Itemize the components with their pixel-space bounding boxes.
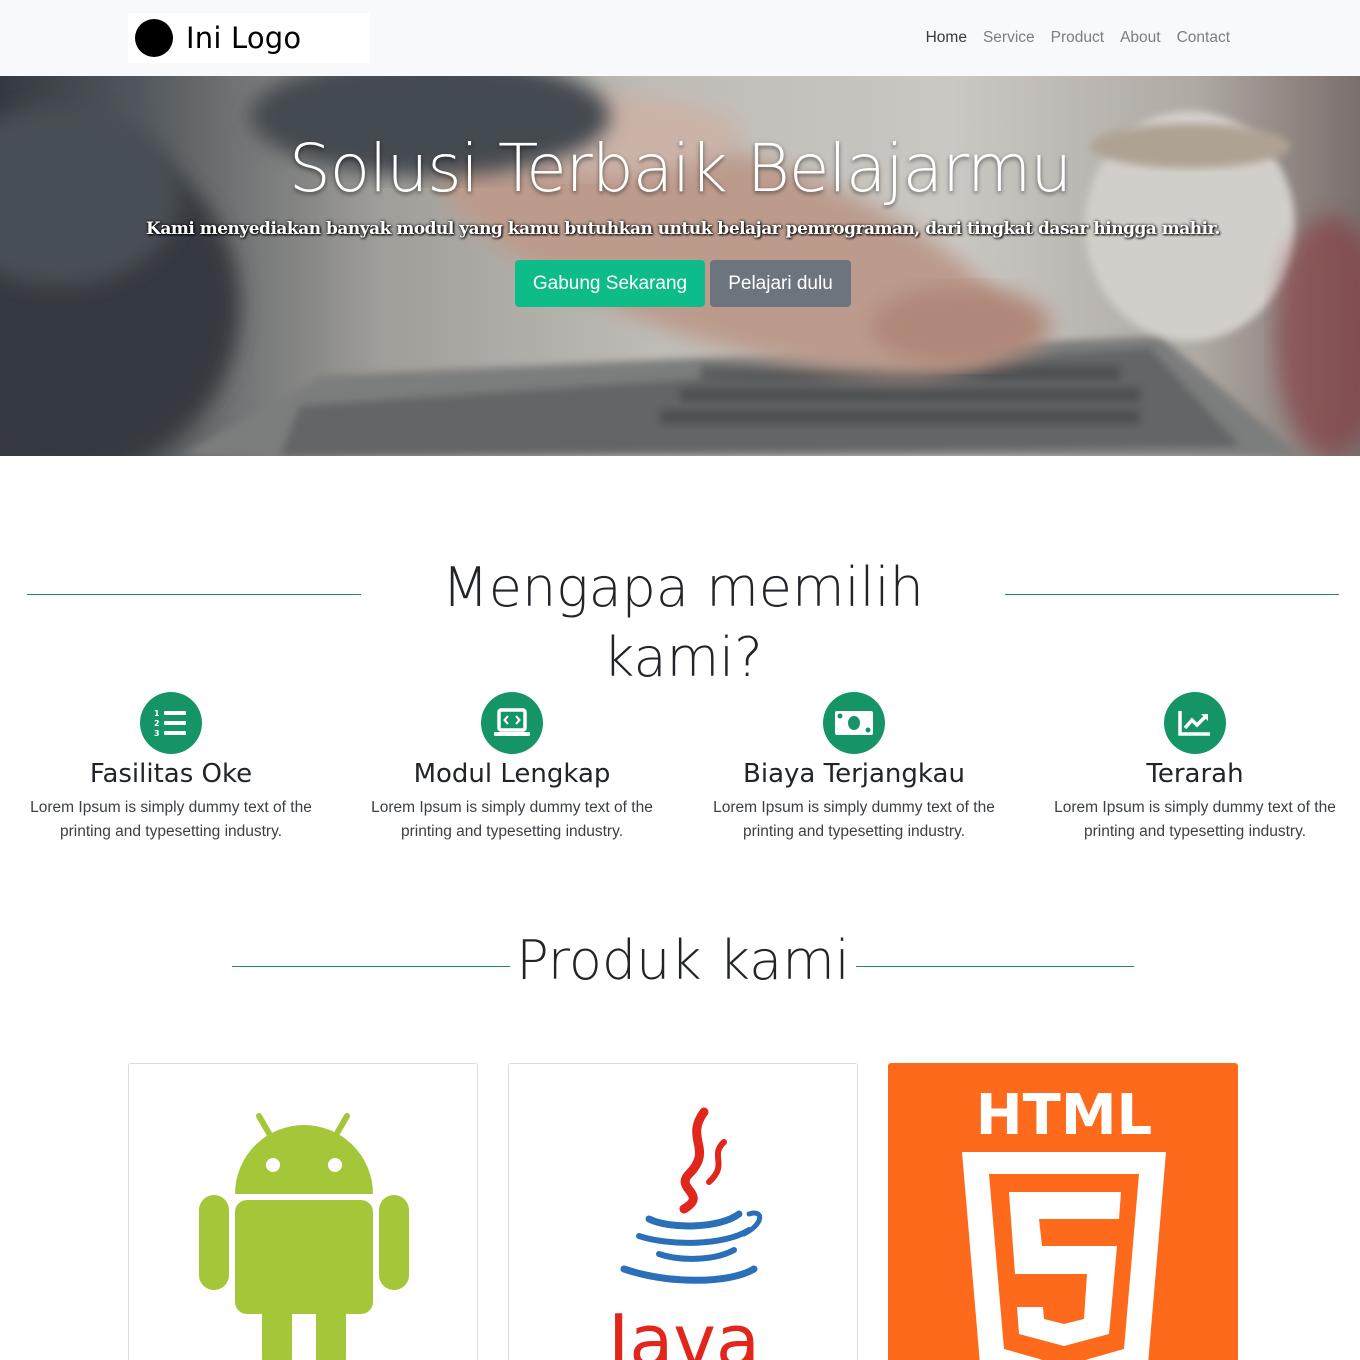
java-logo-label: Java	[604, 1299, 760, 1360]
products-title: Produk kami	[516, 929, 850, 992]
svg-text:2: 2	[154, 719, 160, 728]
money-bill-icon	[823, 692, 885, 754]
feature-description: Lorem Ipsum is simply dummy text of the …	[341, 796, 683, 844]
nav-menu: Home Service Product About Contact	[926, 29, 1230, 47]
nav-link-about[interactable]: About	[1120, 29, 1161, 47]
section-divider-right	[1005, 594, 1339, 595]
logo-circle-icon	[135, 19, 173, 57]
feature-description: Lorem Ipsum is simply dummy text of the …	[0, 796, 342, 844]
feature-description: Lorem Ipsum is simply dummy text of the …	[1024, 796, 1360, 844]
hero-title: Solusi Terbaik Belajarmu	[288, 130, 1072, 207]
html-logo-label: HTML	[976, 1083, 1152, 1148]
feature-card: Biaya Terjangkau Lorem Ipsum is simply d…	[683, 692, 1025, 844]
feature-card: Terarah Lorem Ipsum is simply dummy text…	[1024, 692, 1360, 844]
section-divider-left	[232, 966, 510, 967]
logo-text: Ini Logo	[186, 21, 302, 55]
feature-title: Biaya Terjangkau	[743, 759, 965, 789]
hero-subtitle: Kami menyediakan banyak modul yang kamu …	[146, 219, 1220, 239]
svg-text:1: 1	[154, 709, 160, 718]
hero-banner: Solusi Terbaik Belajarmu Kami menyediaka…	[0, 76, 1360, 456]
laptop-code-icon	[481, 692, 543, 754]
learn-first-button[interactable]: Pelajari dulu	[710, 260, 851, 307]
section-divider-left	[27, 594, 361, 595]
feature-title: Terarah	[1146, 759, 1244, 789]
svg-text:3: 3	[154, 729, 160, 738]
chart-line-icon	[1164, 692, 1226, 754]
feature-card: 1 2 3 Fasilitas Oke Lorem Ipsum is simpl…	[0, 692, 342, 844]
product-card-html5[interactable]: HTML	[888, 1063, 1238, 1360]
feature-description-line: printing and typesetting industry.	[742, 823, 965, 840]
feature-description-line: printing and typesetting industry.	[59, 823, 282, 840]
html5-logo-icon: HTML	[962, 1083, 1166, 1360]
feature-description-line: printing and typesetting industry.	[400, 823, 623, 840]
feature-description-line: Lorem Ipsum is simply dummy text of the	[1054, 799, 1336, 816]
java-logo-icon: Java	[604, 1107, 763, 1360]
nav-link-home[interactable]: Home	[926, 29, 967, 47]
feature-description-line: Lorem Ipsum is simply dummy text of the	[713, 799, 995, 816]
why-us-title: Mengapa memilih kami?	[442, 556, 924, 689]
feature-card: Modul Lengkap Lorem Ipsum is simply dumm…	[341, 692, 683, 844]
feature-title: Fasilitas Oke	[89, 759, 253, 789]
section-divider-right	[856, 966, 1134, 967]
list-ol-icon: 1 2 3	[140, 692, 202, 754]
nav-link-service[interactable]: Service	[983, 29, 1035, 47]
android-logo-icon	[199, 1113, 409, 1360]
nav-link-product[interactable]: Product	[1051, 29, 1104, 47]
product-card-android[interactable]	[128, 1063, 478, 1360]
product-card-java[interactable]: Java	[508, 1063, 858, 1360]
feature-description-line: printing and typesetting industry.	[1083, 823, 1306, 840]
join-now-button[interactable]: Gabung Sekarang	[515, 260, 705, 307]
nav-link-contact[interactable]: Contact	[1177, 29, 1230, 47]
feature-description-line: Lorem Ipsum is simply dummy text of the	[371, 799, 653, 816]
feature-description-line: Lorem Ipsum is simply dummy text of the	[30, 799, 312, 816]
feature-description: Lorem Ipsum is simply dummy text of the …	[683, 796, 1025, 844]
brand-logo[interactable]: Ini Logo	[128, 13, 370, 63]
navbar: Ini Logo Home Service Product About Cont…	[0, 0, 1360, 76]
feature-title: Modul Lengkap	[413, 759, 611, 789]
